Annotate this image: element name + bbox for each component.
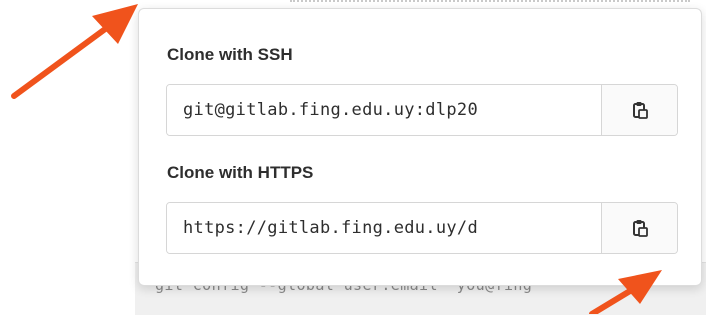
clone-ssh-group <box>166 84 678 136</box>
clone-ssh-url-input[interactable] <box>167 85 601 135</box>
clone-https-group <box>166 202 678 254</box>
clone-dropdown: Clone with SSH Clone with HTTPS <box>138 8 702 286</box>
clone-https-url-input[interactable] <box>167 203 601 253</box>
copy-https-url-button[interactable] <box>601 203 677 253</box>
clipboard-icon <box>632 102 648 119</box>
clone-ssh-title: Clone with SSH <box>167 45 293 64</box>
clone-https-title: Clone with HTTPS <box>167 163 314 182</box>
background-divider <box>290 0 690 6</box>
clipboard-icon <box>632 220 648 237</box>
copy-ssh-url-button[interactable] <box>601 85 677 135</box>
